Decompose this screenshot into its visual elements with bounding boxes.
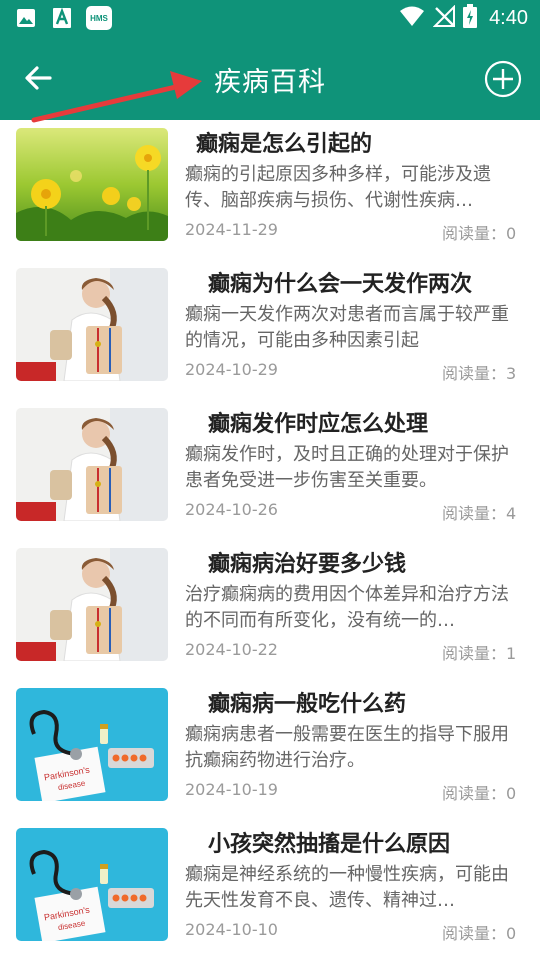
article-title: 癫痫是怎么引起的 — [196, 132, 373, 157]
article-title: 癫痫病治好要多少钱 — [208, 552, 407, 577]
article-read-count: 阅读量：1 — [442, 644, 517, 663]
article-read-count: 阅读量：0 — [442, 924, 517, 943]
article-item[interactable]: 癫痫发作时应怎么处理 癫痫发作时，及时且正确的处理对于保护患者免受进一步伤害至关… — [0, 400, 540, 540]
article-title: 癫痫病一般吃什么药 — [208, 692, 407, 717]
page-title: 疾病百科 — [214, 67, 326, 98]
article-read-count: 阅读量：0 — [442, 224, 517, 243]
article-date: 2024-11-29 — [185, 220, 278, 239]
plus-circle-icon[interactable] — [484, 60, 522, 98]
article-thumbnail: Parkinson's disease — [16, 688, 168, 801]
article-summary: 治疗癫痫病的费用因个体差异和治疗方法的不同而有所变化，没有统一的… — [185, 584, 509, 631]
article-item[interactable]: 癫痫为什么会一天发作两次 癫痫一天发作两次对患者而言属于较严重的情况，可能由多种… — [0, 260, 540, 400]
battery-charging-icon — [463, 4, 478, 32]
no-signal-icon — [432, 4, 456, 31]
article-date: 2024-10-19 — [185, 780, 278, 799]
article-item[interactable]: 癫痫是怎么引起的 癫痫的引起原因多种多样，可能涉及遗传、脑部疾病与损伤、代谢性疾… — [0, 120, 540, 260]
article-item[interactable]: Parkinson's disease 癫痫病一般吃什么药 癫痫病患者一般需要在… — [0, 680, 540, 820]
article-date: 2024-10-10 — [185, 920, 278, 939]
article-date: 2024-10-29 — [185, 360, 278, 379]
clock: 4:40 — [489, 6, 528, 29]
article-thumbnail: Parkinson's disease — [16, 828, 168, 941]
article-item[interactable]: 癫痫病治好要多少钱 治疗癫痫病的费用因个体差异和治疗方法的不同而有所变化，没有统… — [0, 540, 540, 680]
status-bar: HMS 4:40 — [0, 0, 540, 36]
a-icon — [50, 6, 74, 30]
article-summary: 癫痫病患者一般需要在医生的指导下服用抗癫痫药物进行治疗。 — [185, 724, 509, 771]
article-date: 2024-10-26 — [185, 500, 278, 519]
article-read-count: 阅读量：4 — [442, 504, 517, 523]
article-summary: 癫痫发作时，及时且正确的处理对于保护患者免受进一步伤害至关重要。 — [185, 444, 509, 491]
article-title: 小孩突然抽搐是什么原因 — [208, 832, 451, 857]
article-thumbnail — [16, 128, 168, 241]
wifi-icon — [399, 5, 425, 31]
article-read-count: 阅读量：0 — [442, 784, 517, 803]
article-date: 2024-10-22 — [185, 640, 278, 659]
article-read-count: 阅读量：3 — [442, 364, 517, 383]
article-item[interactable]: Parkinson's disease 小孩突然抽搐是什么原因 癫痫是神经系统的… — [0, 820, 540, 960]
article-thumbnail — [16, 548, 168, 661]
article-thumbnail — [16, 268, 168, 381]
article-summary: 癫痫的引起原因多种多样，可能涉及遗传、脑部疾病与损伤、代谢性疾病… — [185, 164, 491, 211]
article-thumbnail — [16, 408, 168, 521]
article-summary: 癫痫是神经系统的一种慢性疾病，可能由先天性发育不良、遗传、精神过… — [185, 864, 509, 911]
article-summary: 癫痫一天发作两次对患者而言属于较严重的情况，可能由多种因素引起 — [185, 304, 509, 351]
article-title: 癫痫为什么会一天发作两次 — [208, 272, 473, 297]
hms-icon: HMS — [86, 6, 112, 30]
article-title: 癫痫发作时应怎么处理 — [208, 412, 429, 437]
image-icon — [14, 6, 38, 30]
article-list: 癫痫是怎么引起的 癫痫的引起原因多种多样，可能涉及遗传、脑部疾病与损伤、代谢性疾… — [0, 120, 540, 960]
app-bar: 疾病百科 — [0, 36, 540, 120]
